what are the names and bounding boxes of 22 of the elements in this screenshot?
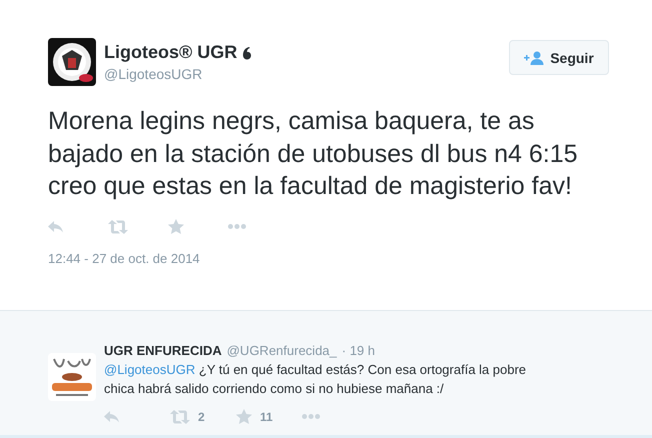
follow-button[interactable]: Seguir bbox=[509, 40, 609, 75]
emoji-icon bbox=[242, 46, 252, 60]
star-icon[interactable] bbox=[236, 409, 252, 424]
retweet-icon[interactable] bbox=[108, 220, 128, 234]
retweet-count: 2 bbox=[198, 410, 205, 424]
account-name[interactable]: Ligoteos® UGR bbox=[104, 42, 238, 63]
account-handle[interactable]: @LigoteosUGR bbox=[104, 66, 202, 82]
tweet-timestamp[interactable]: 12:44 - 27 de oct. de 2014 bbox=[48, 250, 200, 266]
mention-link[interactable]: @LigoteosUGR bbox=[104, 362, 196, 377]
add-user-icon bbox=[524, 50, 544, 64]
star-icon[interactable] bbox=[168, 219, 184, 234]
reply-time[interactable]: · 19 h bbox=[342, 343, 376, 358]
reply-icon[interactable] bbox=[48, 220, 64, 234]
account-name[interactable]: UGR ENFURECIDA bbox=[104, 343, 222, 358]
retweet-icon[interactable] bbox=[170, 410, 190, 424]
reply-icon[interactable] bbox=[104, 410, 120, 424]
more-icon[interactable] bbox=[302, 414, 320, 419]
account-handle[interactable]: @UGRenfurecida_ bbox=[226, 343, 337, 358]
reply-text: @LigoteosUGR ¿Y tú en qué facultad estás? Con esa ortografía la pobre chica habrá salido corriendo como si no hubiese mañana :/ bbox=[104, 361, 528, 398]
tweet-text: Morena legins negrs, camisa baquera, te as bajado en la stación de utobuses dl bus n4 6:15 creo que estas en la facultad de magisterio fav! bbox=[48, 106, 579, 202]
more-icon[interactable] bbox=[228, 224, 246, 229]
favorite-count: 11 bbox=[260, 410, 273, 424]
